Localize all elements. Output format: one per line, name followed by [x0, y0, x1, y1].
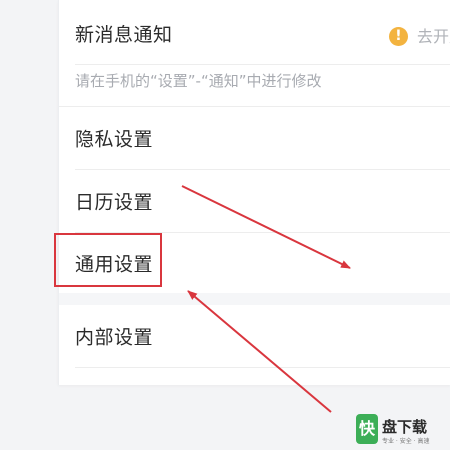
- watermark-subtitle: 专业 · 安全 · 高速: [382, 438, 430, 445]
- arrow-line-lower: [187, 290, 332, 413]
- watermark-title: 盘下载: [382, 418, 428, 436]
- annotation-arrows: [181, 185, 351, 413]
- watermark-logo: 快 盘下载 专业 · 安全 · 高速: [356, 410, 450, 450]
- watermark-icon: 快: [356, 414, 378, 444]
- arrow-line-upper: [181, 185, 351, 269]
